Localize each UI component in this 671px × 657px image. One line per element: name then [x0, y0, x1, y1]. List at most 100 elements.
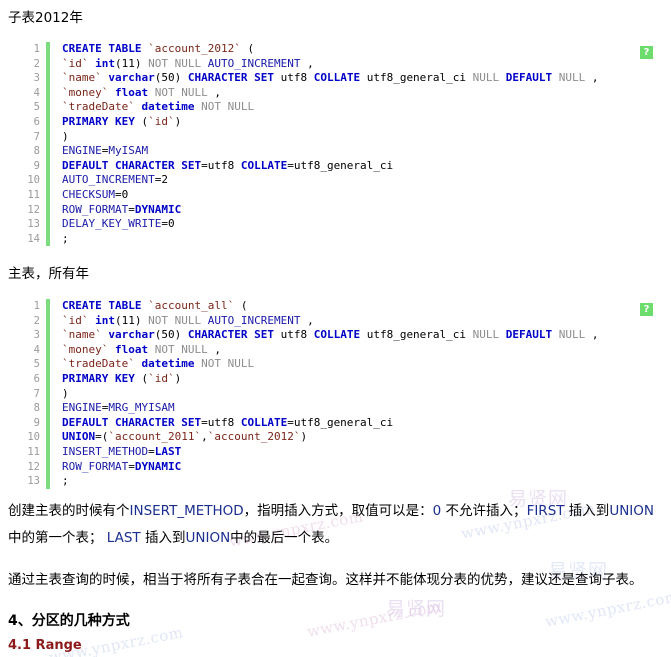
code-lines[interactable]: 1 CREATE TABLE `account_2012` ( 2 `id` int(… — [18, 42, 653, 247]
line-number: 8 — [33, 145, 40, 158]
code-text: ) — [62, 129, 69, 143]
inline-term: LAST — [106, 530, 141, 546]
code-text: `money` float NOT NULL , — [62, 342, 221, 356]
inline-term: INSERT_METHOD — [129, 503, 244, 519]
code-text: `name` varchar(50) CHARACTER SET utf8 CO… — [62, 328, 599, 342]
code-text: `money` float NOT NULL , — [62, 85, 221, 99]
code-text: UNION=(`account_2011`,`account_2012`) — [62, 430, 308, 444]
code-text: ; — [62, 231, 69, 245]
line-number: 2 — [33, 314, 40, 327]
line-number: 10 — [27, 174, 40, 187]
code-line: 5 `tradeDate` datetime NOT NULL — [18, 100, 653, 115]
code-text: ROW_FORMAT=DYNAMIC — [62, 459, 182, 473]
line-number: 12 — [27, 203, 40, 216]
code-block-main-table: ? 1 CREATE TABLE `account_all` ( 2 `id` int… — [18, 299, 653, 489]
line-number: 4 — [33, 343, 40, 356]
code-text: ENGINE=MRG_MYISAM — [62, 401, 175, 415]
code-help-icon[interactable]: ? — [640, 303, 653, 316]
code-text: `tradeDate` datetime NOT NULL — [62, 357, 255, 371]
code-line: 6 PRIMARY KEY (`id`) — [18, 114, 653, 130]
code-line: 6 PRIMARY KEY (`id`) — [18, 371, 653, 387]
code-line: 13 DELAY_KEY_WRITE=0 — [18, 217, 653, 232]
line-number: 7 — [33, 387, 40, 400]
line-number: 2 — [33, 57, 40, 70]
code-line: 3 `name` varchar(50) CHARACTER SET utf8 C… — [18, 71, 653, 86]
inline-term: UNION — [185, 530, 231, 546]
code-text: CHECKSUM=0 — [62, 187, 129, 201]
line-number: 6 — [33, 115, 40, 128]
code-text: PRIMARY KEY (`id`) — [62, 114, 182, 128]
code-line: 2 `id` int(11) NOT NULL AUTO_INCREMENT , — [18, 56, 653, 72]
code-text: `id` int(11) NOT NULL AUTO_INCREMENT , — [62, 56, 314, 70]
main-table-label: 主表，所有年 — [8, 266, 89, 282]
code-line: 4 `money` float NOT NULL , — [18, 85, 653, 101]
line-number: 1 — [33, 300, 40, 312]
code-text: `id` int(11) NOT NULL AUTO_INCREMENT , — [62, 313, 314, 327]
line-number: 1 — [33, 43, 40, 55]
code-line: 1 CREATE TABLE `account_all` ( — [18, 299, 653, 314]
code-line: 9 DEFAULT CHARACTER SET=utf8 COLLATE=utf8… — [18, 415, 653, 431]
code-help-icon[interactable]: ? — [640, 46, 653, 59]
code-line: 12 ROW_FORMAT=DYNAMIC — [18, 459, 653, 475]
code-lines[interactable]: 1 CREATE TABLE `account_all` ( 2 `id` int(1… — [18, 299, 653, 489]
code-line: 11 CHECKSUM=0 — [18, 187, 653, 203]
code-line: 14; — [18, 231, 653, 247]
code-text: CREATE TABLE `account_all` ( — [62, 299, 248, 312]
code-text: INSERT_METHOD=LAST — [62, 444, 182, 458]
line-number: 11 — [27, 445, 40, 458]
line-number: 13 — [27, 475, 40, 488]
code-text: `tradeDate` datetime NOT NULL — [62, 100, 255, 114]
code-text: ; — [62, 474, 69, 488]
document-page: 易贤网www.ynpxrz.comwww.ynpxrz.com易贤网易贤网www… — [0, 0, 671, 657]
code-line: 8 ENGINE=MyISAM — [18, 144, 653, 159]
inline-term: UNION — [609, 503, 654, 519]
watermark: 易贤网 — [386, 598, 447, 620]
paragraph-main-table-query: 通过主表查询的时候，相当于将所有子表合在一起查询。这样并不能体现分表的优势，建议… — [8, 572, 643, 588]
line-number: 10 — [27, 431, 40, 444]
line-number: 3 — [33, 329, 40, 342]
line-number: 5 — [33, 101, 40, 114]
code-line: 2 `id` int(11) NOT NULL AUTO_INCREMENT , — [18, 313, 653, 329]
heading-partition-methods: 4、分区的几种方式 — [8, 613, 130, 629]
line-number: 3 — [33, 72, 40, 85]
code-line: 11 INSERT_METHOD=LAST — [18, 444, 653, 460]
line-number: 9 — [33, 416, 40, 429]
line-number: 4 — [33, 86, 40, 99]
code-line: 4 `money` float NOT NULL , — [18, 342, 653, 358]
code-line: 1 CREATE TABLE `account_2012` ( — [18, 42, 653, 57]
code-line: 5 `tradeDate` datetime NOT NULL — [18, 357, 653, 372]
code-text: DEFAULT CHARACTER SET=utf8 COLLATE=utf8_… — [62, 158, 394, 172]
inline-term: FIRST — [526, 503, 565, 519]
code-line: 7) — [18, 129, 653, 145]
line-number: 7 — [33, 130, 40, 143]
code-text: ENGINE=MyISAM — [62, 144, 149, 158]
paragraph-insert-method: 创建主表的时候有个INSERT_METHOD，指明插入方式，取值可以是：0 不允… — [8, 503, 654, 546]
line-number: 5 — [33, 358, 40, 371]
line-number: 6 — [33, 372, 40, 385]
code-text: DELAY_KEY_WRITE=0 — [62, 217, 175, 231]
line-number: 9 — [33, 159, 40, 172]
line-number: 8 — [33, 402, 40, 415]
code-text: PRIMARY KEY (`id`) — [62, 371, 182, 385]
line-number: 13 — [27, 218, 40, 231]
code-line: 7) — [18, 386, 653, 402]
code-text: AUTO_INCREMENT=2 — [62, 173, 168, 187]
code-line: 3 `name` varchar(50) CHARACTER SET utf8 C… — [18, 328, 653, 343]
code-line: 13; — [18, 474, 653, 489]
code-text: DEFAULT CHARACTER SET=utf8 COLLATE=utf8_… — [62, 415, 394, 429]
line-number: 12 — [27, 460, 40, 473]
inline-term: 0 — [432, 503, 442, 519]
heading-range: 4.1 Range — [8, 638, 82, 653]
line-number: 11 — [27, 188, 40, 201]
code-text: ) — [62, 386, 69, 400]
code-line: 10 AUTO_INCREMENT=2 — [18, 173, 653, 188]
code-text: `name` varchar(50) CHARACTER SET utf8 CO… — [62, 71, 599, 85]
code-line: 12 ROW_FORMAT=DYNAMIC — [18, 202, 653, 218]
code-line: 8 ENGINE=MRG_MYISAM — [18, 401, 653, 416]
code-text: CREATE TABLE `account_2012` ( — [62, 42, 255, 55]
code-line: 10 UNION=(`account_2011`,`account_2012`) — [18, 430, 653, 445]
code-text: ROW_FORMAT=DYNAMIC — [62, 202, 182, 216]
watermark: www.ynpxrz.com — [305, 597, 443, 641]
code-block-child-table: ? 1 CREATE TABLE `account_2012` ( 2 `id` in… — [18, 42, 653, 247]
line-number: 14 — [27, 232, 40, 245]
